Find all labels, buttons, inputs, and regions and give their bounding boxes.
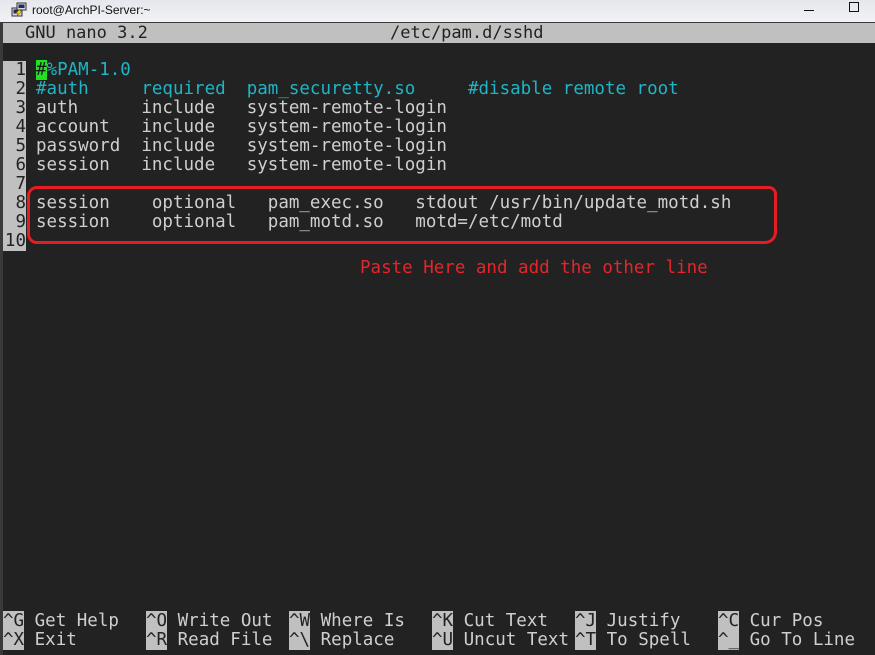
line-number: 7 <box>3 175 26 194</box>
shortcut-go-to-line[interactable]: ^_ Go To Line <box>718 630 855 650</box>
shortcut-key: ^\ <box>289 630 311 650</box>
shortcut-label: Replace <box>320 630 395 650</box>
editor-line: 4 account include system-remote-login <box>3 118 875 137</box>
line-number: 1 <box>3 61 26 80</box>
line-text[interactable]: session include system-remote-login <box>36 156 447 175</box>
shortcut-to-spell[interactable]: ^T To Spell <box>575 630 691 650</box>
shortcut-key: ^T <box>575 630 597 650</box>
shortcut-key: ^R <box>146 630 168 650</box>
editor-line: 3 auth include system-remote-login <box>3 99 875 118</box>
shortcut-key: ^K <box>432 611 454 631</box>
shortcut-exit[interactable]: ^X Exit <box>3 630 77 650</box>
shortcut-key: ^W <box>289 611 311 631</box>
minimize-button[interactable] <box>804 10 814 11</box>
shortcut-label: Write Out <box>177 611 273 631</box>
line-text[interactable]: account include system-remote-login <box>36 118 447 137</box>
shortcut-label: Exit <box>34 630 77 650</box>
window-title: root@ArchPI-Server:~ <box>32 3 151 17</box>
nano-version: GNU nano 3.2 <box>25 23 148 43</box>
putty-terminal-icon <box>11 2 27 17</box>
line-text[interactable]: auth include system-remote-login <box>36 99 447 118</box>
shortcut-cut-text[interactable]: ^K Cut Text <box>432 611 548 631</box>
editor-line: 2 #auth required pam_securetty.so #disab… <box>3 80 875 99</box>
editor-line: 1 #%PAM-1.0 <box>3 60 875 80</box>
line-text[interactable]: password include system-remote-login <box>36 137 447 156</box>
shortcut-label: Read File <box>177 630 273 650</box>
line-text[interactable]: #auth required pam_securetty.so #disable… <box>36 80 679 99</box>
shortcut-key: ^J <box>575 611 597 631</box>
shortcut-label: Cur Pos <box>749 611 824 631</box>
shortcut-label: Cut Text <box>463 611 548 631</box>
shortcut-label: Where Is <box>320 611 405 631</box>
window-titlebar: root@ArchPI-Server:~ <box>0 0 875 23</box>
shortcut-justify[interactable]: ^J Justify <box>575 611 681 631</box>
shortcut-key: ^O <box>146 611 168 631</box>
text-cursor: # <box>36 60 47 80</box>
shortcut-label: Justify <box>606 611 681 631</box>
line-number: 9 <box>3 213 26 232</box>
shortcut-cur-pos[interactable]: ^C Cur Pos <box>718 611 824 631</box>
shortcut-label: To Spell <box>606 630 691 650</box>
shortcut-label: Get Help <box>34 611 119 631</box>
shortcut-key: ^_ <box>718 630 740 650</box>
shortcut-key: ^X <box>3 630 25 650</box>
line-number: 2 <box>3 80 26 99</box>
shortcut-uncut-text[interactable]: ^U Uncut Text <box>432 630 569 650</box>
shortcut-key: ^G <box>3 611 25 631</box>
shortcut-key: ^U <box>432 630 454 650</box>
shortcut-key: ^C <box>718 611 740 631</box>
editor-line: 6 session include system-remote-login <box>3 156 875 175</box>
highlight-annotation-box <box>27 186 777 244</box>
shortcut-write-out[interactable]: ^O Write Out <box>146 611 273 631</box>
shortcut-label: Uncut Text <box>463 630 569 650</box>
line-text[interactable]: #%PAM-1.0 <box>36 60 131 80</box>
line-number: 5 <box>3 137 26 156</box>
shortcut-read-file[interactable]: ^R Read File <box>146 630 273 650</box>
line-number: 3 <box>3 99 26 118</box>
editor-line: 5 password include system-remote-login <box>3 137 875 156</box>
shortcut-replace[interactable]: ^\ Replace <box>289 630 395 650</box>
line-number: 10 <box>3 231 26 251</box>
shortcut-where-is[interactable]: ^W Where Is <box>289 611 405 631</box>
line-number: 8 <box>3 194 26 213</box>
annotation-note: Paste Here and add the other line <box>360 258 708 278</box>
file-name: /etc/pam.d/sshd <box>390 23 544 43</box>
line-number: 6 <box>3 156 26 175</box>
nano-header-bar: GNU nano 3.2 /etc/pam.d/sshd <box>3 23 875 43</box>
shortcut-label: Go To Line <box>749 630 855 650</box>
shortcut-get-help[interactable]: ^G Get Help <box>3 611 119 631</box>
maximize-button[interactable] <box>849 2 859 12</box>
line-number: 4 <box>3 118 26 137</box>
